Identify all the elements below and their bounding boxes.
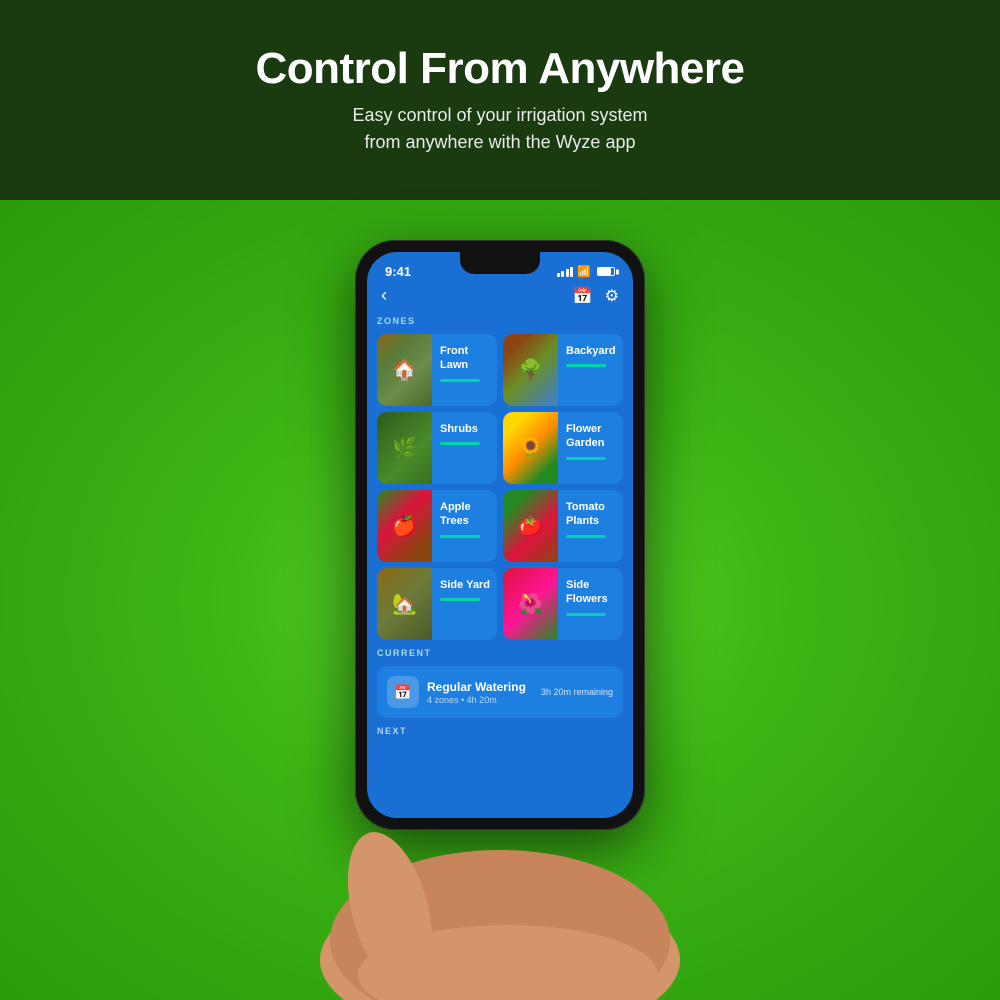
zone-bar-tomato-plants [566, 535, 606, 538]
zone-card-shrubs[interactable]: Shrubs [377, 412, 497, 484]
zone-bar-side-yard [440, 598, 480, 601]
battery-icon [597, 267, 615, 276]
grass-background: 9:41 📶 ‹ [0, 200, 1000, 1000]
zone-name-side-yard: Side Yard [440, 578, 490, 592]
zone-bar-side-flowers [566, 613, 606, 616]
zone-card-apple-trees[interactable]: AppleTrees [377, 490, 497, 562]
current-title: Regular Watering [427, 680, 533, 694]
zone-name-apple-trees: AppleTrees [440, 500, 480, 529]
zone-bar-apple-trees [440, 535, 480, 538]
zone-img-apple-trees [377, 490, 432, 562]
zones-section-label: ZONES [377, 316, 623, 326]
nav-bar: ‹ 📅 ⚙ [367, 283, 633, 312]
settings-icon[interactable]: ⚙ [605, 286, 619, 306]
zone-name-backyard: Backyard [566, 344, 616, 358]
zone-info-shrubs: Shrubs [432, 412, 486, 484]
zone-name-side-flowers: SideFlowers [566, 578, 608, 607]
zone-info-backyard: Backyard [558, 334, 622, 406]
zone-name-flower-garden: FlowerGarden [566, 422, 606, 451]
current-card[interactable]: 📅 Regular Watering 4 zones • 4h 20m 3h 2… [377, 666, 623, 718]
phone-notch [460, 252, 540, 274]
phone-screen: 9:41 📶 ‹ [367, 252, 633, 818]
zones-grid: FrontLawn Backyard [377, 334, 623, 640]
zone-card-side-flowers[interactable]: SideFlowers [503, 568, 623, 640]
zone-bar-backyard [566, 364, 606, 367]
current-info: Regular Watering 4 zones • 4h 20m [427, 680, 533, 705]
current-schedule-icon: 📅 [387, 676, 419, 708]
zone-name-front-lawn: FrontLawn [440, 344, 480, 373]
zone-bar-front-lawn [440, 379, 480, 382]
zone-img-backyard [503, 334, 558, 406]
next-section-label: NEXT [377, 726, 623, 736]
wifi-icon: 📶 [577, 265, 591, 278]
main-heading: Control From Anywhere [255, 44, 744, 94]
zone-name-tomato-plants: TomatoPlants [566, 500, 606, 529]
zone-card-side-yard[interactable]: Side Yard [377, 568, 497, 640]
zone-name-shrubs: Shrubs [440, 422, 480, 436]
zone-bar-flower-garden [566, 457, 606, 460]
hand-area: 9:41 📶 ‹ [250, 220, 750, 1000]
zone-info-tomato-plants: TomatoPlants [558, 490, 612, 562]
zone-img-side-flowers [503, 568, 558, 640]
zone-bar-shrubs [440, 442, 480, 445]
zone-card-tomato-plants[interactable]: TomatoPlants [503, 490, 623, 562]
zone-img-side-yard [377, 568, 432, 640]
zone-card-flower-garden[interactable]: FlowerGarden [503, 412, 623, 484]
current-remaining: 3h 20m remaining [541, 687, 613, 697]
screen-content[interactable]: ZONES FrontLawn [367, 312, 633, 818]
zone-img-shrubs [377, 412, 432, 484]
status-icons: 📶 [557, 265, 615, 278]
calendar-icon[interactable]: 📅 [573, 286, 593, 306]
zone-img-front-lawn [377, 334, 432, 406]
zone-img-flower-garden [503, 412, 558, 484]
phone-wrapper: 9:41 📶 ‹ [355, 240, 645, 830]
header-banner: Control From Anywhere Easy control of yo… [0, 0, 1000, 200]
sub-heading: Easy control of your irrigation systemfr… [352, 102, 647, 156]
phone-body: 9:41 📶 ‹ [355, 240, 645, 830]
zone-card-backyard[interactable]: Backyard [503, 334, 623, 406]
current-subtitle: 4 zones • 4h 20m [427, 695, 533, 705]
zone-info-front-lawn: FrontLawn [432, 334, 486, 406]
zone-card-front-lawn[interactable]: FrontLawn [377, 334, 497, 406]
zone-info-flower-garden: FlowerGarden [558, 412, 612, 484]
nav-icons: 📅 ⚙ [573, 286, 619, 306]
zone-info-side-flowers: SideFlowers [558, 568, 614, 640]
zone-info-side-yard: Side Yard [432, 568, 496, 640]
signal-bars-icon [557, 267, 574, 277]
back-button[interactable]: ‹ [381, 285, 387, 306]
zone-img-tomato-plants [503, 490, 558, 562]
current-section-label: CURRENT [377, 648, 623, 658]
zone-info-apple-trees: AppleTrees [432, 490, 486, 562]
status-time: 9:41 [385, 264, 411, 279]
